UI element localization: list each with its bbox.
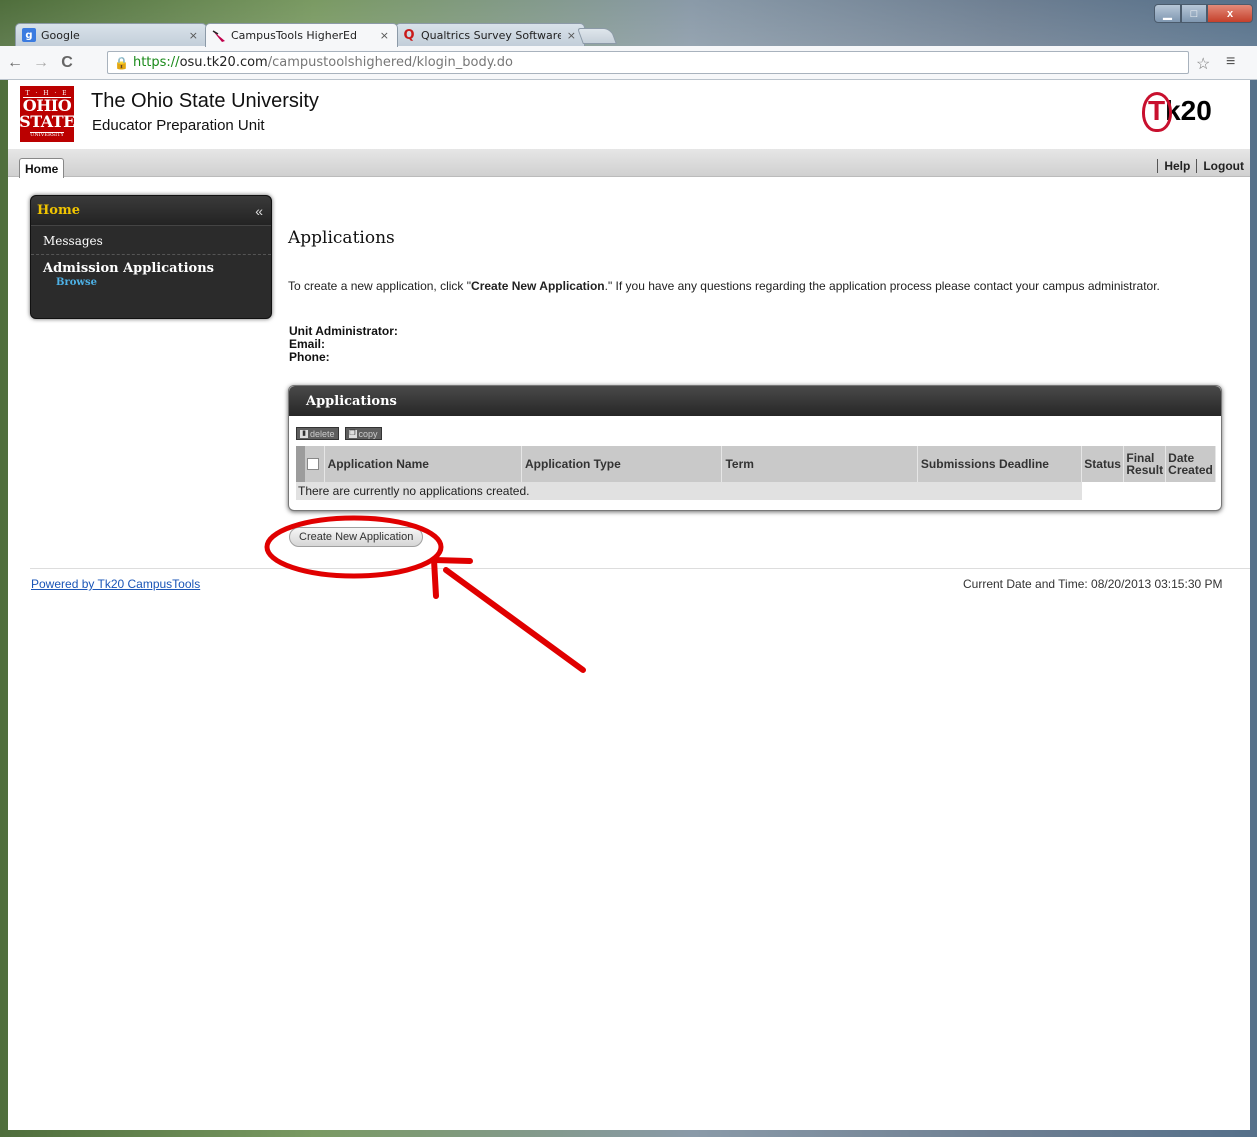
logo-line: STATE bbox=[19, 111, 75, 131]
intro-post: ." If you have any questions regarding t… bbox=[604, 279, 1160, 293]
copy-icon: ❐ bbox=[348, 429, 357, 438]
divider bbox=[1157, 159, 1159, 173]
window-close-icon[interactable]: x bbox=[1207, 4, 1253, 23]
browser-window: g Google × CampusTools HigherEd × Q Qual… bbox=[0, 0, 1257, 1137]
google-icon: g bbox=[22, 28, 36, 42]
close-icon[interactable]: × bbox=[567, 29, 576, 42]
sidebar-header: Home « bbox=[31, 196, 271, 226]
select-all-column bbox=[296, 446, 325, 482]
footer-divider bbox=[30, 568, 1250, 569]
feather-icon bbox=[212, 29, 226, 43]
powered-by-link[interactable]: Powered by Tk20 CampusTools bbox=[31, 577, 200, 591]
column-application-type[interactable]: Application Type bbox=[521, 446, 723, 482]
institution-name: The Ohio State University bbox=[91, 90, 319, 112]
contact-info: Unit Administrator: Email: Phone: bbox=[289, 325, 398, 364]
applications-panel-title: Applications bbox=[289, 386, 1221, 416]
logout-link[interactable]: Logout bbox=[1203, 159, 1244, 173]
column-application-name[interactable]: Application Name bbox=[324, 446, 523, 482]
bookmark-star-icon[interactable]: ☆ bbox=[1196, 54, 1210, 74]
page-title: Applications bbox=[288, 228, 395, 248]
select-all-checkbox[interactable] bbox=[307, 458, 319, 471]
column-status[interactable]: Status bbox=[1081, 446, 1125, 482]
tab-strip: g Google × CampusTools HigherEd × Q Qual… bbox=[0, 0, 1257, 47]
tk20-logo: Tk20 bbox=[1142, 92, 1212, 132]
reload-icon[interactable]: C bbox=[56, 54, 78, 72]
url-scheme: https:// bbox=[132, 55, 180, 70]
forward-icon[interactable]: → bbox=[30, 54, 52, 72]
tab-title: Qualtrics Survey Software bbox=[421, 28, 561, 42]
maximize-icon[interactable]: □ bbox=[1181, 4, 1207, 23]
table-header-row: Application Name Application Type Term S… bbox=[296, 446, 1216, 482]
tab-google[interactable]: g Google × bbox=[15, 23, 207, 46]
applications-panel: Applications ▮ delete ❐ copy Application N… bbox=[288, 385, 1222, 511]
close-icon[interactable]: × bbox=[189, 29, 198, 42]
window-controls: ▁ □ x bbox=[1154, 4, 1253, 23]
tk20-rest: k20 bbox=[1165, 95, 1212, 126]
back-icon[interactable]: ← bbox=[4, 54, 26, 72]
column-submissions-deadline[interactable]: Submissions Deadline bbox=[917, 446, 1083, 482]
intro-bold: Create New Application bbox=[471, 279, 605, 293]
delete-button[interactable]: ▮ delete bbox=[296, 427, 339, 440]
logo-line: UNIVERSITY bbox=[30, 131, 64, 138]
tab-campustools[interactable]: CampusTools HigherEd × bbox=[205, 23, 398, 47]
tab-qualtrics[interactable]: Q Qualtrics Survey Software × bbox=[395, 23, 585, 46]
sidebar-title[interactable]: Home bbox=[37, 203, 80, 218]
help-link[interactable]: Help bbox=[1164, 159, 1190, 173]
current-datetime: Current Date and Time: 08/20/2013 03:15:… bbox=[963, 577, 1223, 591]
table-row: There are currently no applications crea… bbox=[296, 482, 1216, 500]
qualtrics-icon: Q bbox=[403, 27, 415, 43]
url-host: osu.tk20.com bbox=[179, 55, 268, 70]
unit-name: Educator Preparation Unit bbox=[92, 117, 265, 134]
logo-line: OHIO bbox=[22, 95, 72, 115]
collapse-icon[interactable]: « bbox=[255, 203, 263, 219]
intro-text: To create a new application, click "Crea… bbox=[288, 279, 1160, 293]
empty-cell bbox=[1081, 482, 1216, 500]
delete-label: delete bbox=[310, 428, 335, 439]
url-path: /campustoolshighered/klogin_body.do bbox=[267, 55, 513, 70]
intro-pre: To create a new application, click " bbox=[288, 279, 472, 293]
site-navbar: Home Help Logout bbox=[8, 149, 1250, 178]
sidebar-item-messages[interactable]: Messages bbox=[31, 226, 271, 255]
table-actions: ▮ delete ❐ copy bbox=[296, 427, 382, 440]
sidebar: Home « Messages Admission Applications B… bbox=[30, 195, 272, 319]
column-term[interactable]: Term bbox=[721, 446, 918, 482]
tab-title: CampusTools HigherEd bbox=[231, 29, 357, 42]
empty-message: There are currently no applications crea… bbox=[296, 482, 1082, 500]
sidebar-item-admission-applications[interactable]: Admission Applications bbox=[31, 255, 271, 276]
column-date-created[interactable]: Date Created bbox=[1165, 446, 1216, 482]
page-viewport: T · H · E OHIO STATE UNIVERSITY The Ohio… bbox=[8, 80, 1250, 1130]
apple-icon bbox=[1142, 92, 1172, 132]
copy-button[interactable]: ❐ copy bbox=[344, 427, 382, 440]
applications-table: Application Name Application Type Term S… bbox=[296, 446, 1216, 500]
tab-home[interactable]: Home bbox=[19, 158, 65, 178]
divider bbox=[1196, 159, 1198, 173]
browser-toolbar: ← → C 🔒 https://osu.tk20.com/campustools… bbox=[0, 46, 1257, 80]
copy-label: copy bbox=[358, 428, 378, 439]
trash-icon: ▮ bbox=[300, 429, 308, 438]
lock-icon: 🔒 bbox=[114, 55, 129, 70]
address-bar[interactable]: 🔒 https://osu.tk20.com/campustoolshigher… bbox=[107, 51, 1189, 74]
minimize-icon[interactable]: ▁ bbox=[1154, 4, 1181, 23]
tk20-logo-t: T bbox=[1142, 92, 1172, 132]
column-final-result[interactable]: Final Result bbox=[1123, 446, 1167, 482]
close-icon[interactable]: × bbox=[380, 29, 389, 42]
top-links: Help Logout bbox=[1151, 159, 1244, 173]
osu-logo: T · H · E OHIO STATE UNIVERSITY bbox=[19, 86, 75, 142]
create-new-application-button[interactable]: Create New Application bbox=[289, 527, 424, 547]
contact-phone-label: Phone: bbox=[289, 350, 330, 364]
menu-icon[interactable]: ≡ bbox=[1226, 53, 1235, 71]
sidebar-item-browse[interactable]: Browse bbox=[31, 276, 271, 288]
site-header: T · H · E OHIO STATE UNIVERSITY The Ohio… bbox=[8, 80, 1250, 148]
tab-title: Google bbox=[41, 28, 80, 42]
new-tab-button[interactable] bbox=[577, 28, 617, 44]
